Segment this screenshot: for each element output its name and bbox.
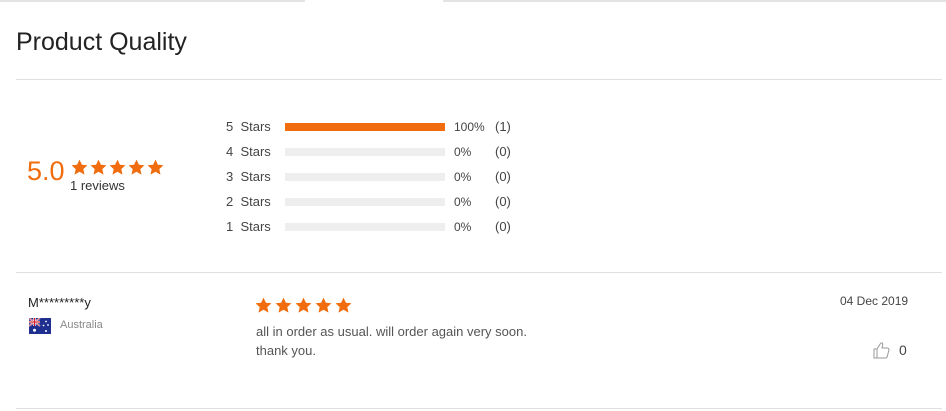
star-icon	[128, 159, 145, 175]
rating-bar	[285, 123, 445, 131]
rating-row-percent: 0%	[454, 220, 472, 234]
average-score: 5.0	[27, 156, 65, 186]
rating-row[interactable]: 2 Stars 0% (0)	[226, 192, 546, 217]
tab-rule-right	[443, 0, 946, 2]
star-icon	[315, 297, 332, 313]
reviewer-country: Australia	[60, 319, 103, 331]
rating-row-percent: 0%	[454, 145, 472, 159]
top-tab-rule	[0, 0, 946, 3]
review-divider	[16, 408, 942, 409]
rating-row-label: 5 Stars	[226, 119, 271, 134]
rating-bar-fill	[285, 123, 445, 131]
star-icon	[295, 297, 312, 313]
rating-bar	[285, 148, 445, 156]
rating-row-count: (1)	[495, 119, 511, 134]
summary-divider	[16, 272, 942, 273]
rating-bar	[285, 198, 445, 206]
average-star-rating	[71, 159, 164, 176]
review-text-line: thank you.	[256, 343, 316, 358]
rating-row-percent: 0%	[454, 170, 472, 184]
tab-rule-left	[0, 0, 305, 2]
review-text: all in order as usual. will order again …	[256, 322, 527, 360]
rating-row[interactable]: 5 Stars 100% (1)	[226, 117, 546, 142]
review-date: 04 Dec 2019	[840, 294, 909, 308]
rating-row-percent: 0%	[454, 195, 472, 209]
rating-row-count: (0)	[495, 219, 511, 234]
helpful-count: 0	[899, 342, 907, 358]
rating-row[interactable]: 3 Stars 0% (0)	[226, 167, 546, 192]
reviewer-name: M*********y	[28, 295, 91, 310]
rating-bar	[285, 223, 445, 231]
title-divider	[16, 79, 942, 80]
rating-distribution: 5 Stars 100% (1) 4 Stars 0% (0) 3 Stars 0% (0) 2 …	[226, 117, 546, 242]
star-icon	[90, 159, 107, 175]
rating-row-label: 1 Stars	[226, 219, 271, 234]
rating-row-count: (0)	[495, 169, 511, 184]
page-title: Product Quality	[16, 28, 187, 56]
australia-flag-icon	[29, 318, 51, 334]
star-icon	[147, 159, 164, 175]
thumbs-up-icon	[873, 342, 890, 359]
star-icon	[335, 297, 352, 313]
rating-row-label: 4 Stars	[226, 144, 271, 159]
rating-row[interactable]: 1 Stars 0% (0)	[226, 217, 546, 242]
star-icon	[255, 297, 272, 313]
review-count: 1 reviews	[70, 178, 125, 193]
rating-row-count: (0)	[495, 144, 511, 159]
star-icon	[109, 159, 126, 175]
rating-bar	[285, 173, 445, 181]
review-star-rating	[255, 297, 352, 314]
rating-row[interactable]: 4 Stars 0% (0)	[226, 142, 546, 167]
helpful-button[interactable]: 0	[873, 341, 907, 359]
rating-row-label: 3 Stars	[226, 169, 271, 184]
star-icon	[71, 159, 88, 175]
rating-row-percent: 100%	[454, 120, 485, 134]
rating-row-count: (0)	[495, 194, 511, 209]
rating-row-label: 2 Stars	[226, 194, 271, 209]
review-text-line: all in order as usual. will order again …	[256, 324, 527, 339]
star-icon	[275, 297, 292, 313]
